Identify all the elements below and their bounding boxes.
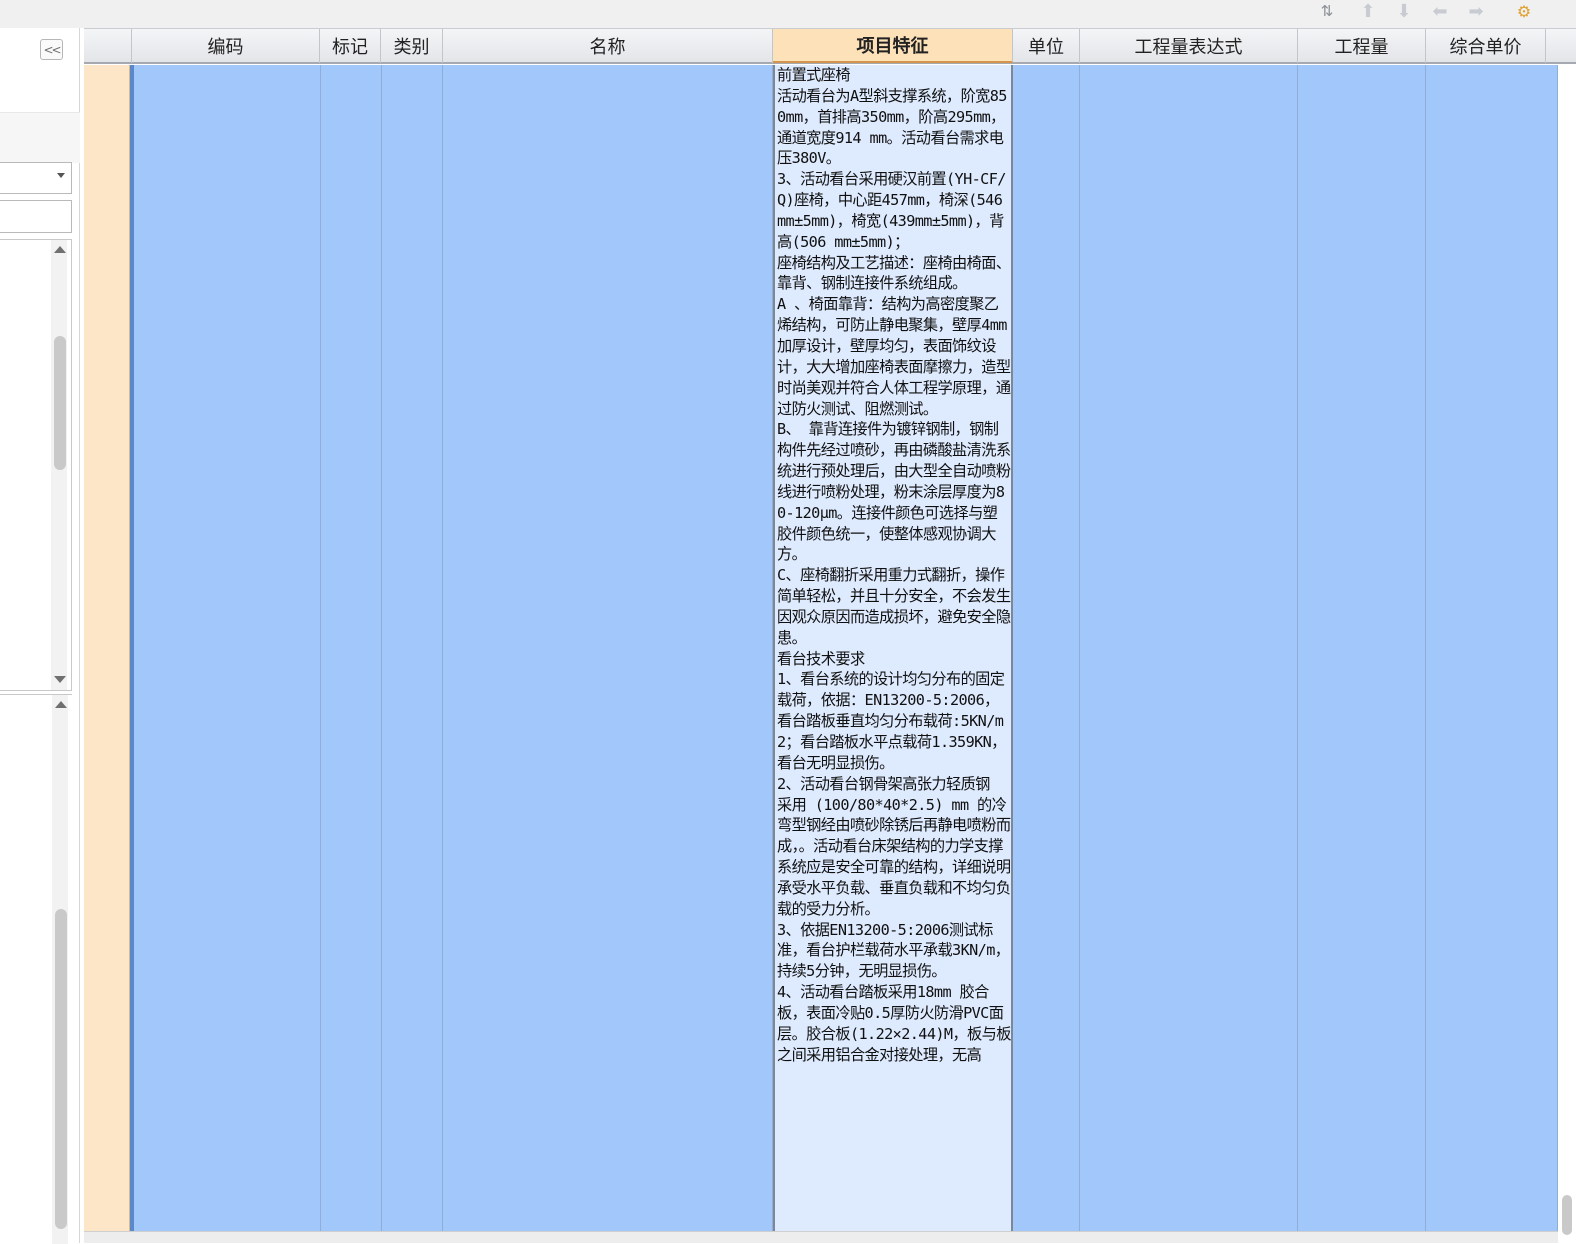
collapse-panel-button[interactable]: <<	[40, 39, 63, 60]
grid-header: 编码 标记 类别 名称 项目特征 单位 工程量表达式 工程量 综合单价	[84, 28, 1576, 64]
header-expression[interactable]: 工程量表达式	[1080, 29, 1298, 63]
filter-dropdown[interactable]	[0, 162, 72, 194]
top-toolbar: ⇅ ⬆ ⬇ ⬅ ➡ ⚙	[0, 0, 1576, 28]
header-name[interactable]: 名称	[443, 29, 773, 63]
move-down-icon[interactable]: ⬇	[1392, 0, 1416, 22]
tree-list[interactable]	[0, 239, 72, 691]
filter-input[interactable]	[0, 200, 72, 233]
cell-unit[interactable]	[1013, 65, 1080, 1231]
header-unit-price[interactable]: 综合单价	[1426, 29, 1546, 63]
scrollbar-thumb[interactable]	[55, 909, 67, 1229]
cell-feature[interactable]: 前置式座椅 活动看台为A型斜支撑系统，阶宽850mm，首排高350mm，阶高29…	[773, 65, 1013, 1231]
header-quantity[interactable]: 工程量	[1298, 29, 1426, 63]
scroll-up-icon[interactable]	[54, 246, 66, 253]
cell-code[interactable]	[134, 65, 321, 1231]
header-feature[interactable]: 项目特征	[773, 29, 1013, 63]
cell-category[interactable]	[382, 65, 443, 1231]
tree-list-scrollbar[interactable]	[51, 240, 67, 690]
header-rownum	[84, 29, 132, 63]
move-up-icon[interactable]: ⬆	[1356, 0, 1380, 22]
header-more	[1546, 29, 1576, 63]
scrollbar-thumb[interactable]	[54, 336, 66, 470]
cell-name[interactable]	[443, 65, 773, 1231]
sort-icon[interactable]: ⇅	[1315, 0, 1339, 22]
row-header[interactable]	[84, 65, 130, 1231]
table-row[interactable]: 前置式座椅 活动看台为A型斜支撑系统，阶宽850mm，首排高350mm，阶高29…	[84, 65, 1558, 1231]
detail-list-scrollbar[interactable]	[52, 695, 68, 1244]
cell-unit-price[interactable]	[1426, 65, 1558, 1231]
detail-list[interactable]	[0, 694, 72, 1244]
panel-band	[0, 113, 80, 163]
header-code[interactable]: 编码	[132, 29, 320, 63]
arrow-left-icon[interactable]: ⬅	[1428, 0, 1452, 22]
grid-horizontal-scrollbar[interactable]	[84, 1231, 1558, 1243]
cell-quantity[interactable]	[1298, 65, 1426, 1231]
scroll-up-icon[interactable]	[55, 701, 67, 708]
cell-expression[interactable]	[1080, 65, 1298, 1231]
grid-vertical-scrollbar[interactable]	[1558, 65, 1576, 1235]
cell-mark[interactable]	[321, 65, 382, 1231]
scrollbar-thumb[interactable]	[1562, 1195, 1572, 1235]
bill-grid: 编码 标记 类别 名称 项目特征 单位 工程量表达式 工程量 综合单价 前置式座…	[84, 28, 1576, 1243]
settings-icon[interactable]: ⚙	[1512, 0, 1536, 22]
header-category[interactable]: 类别	[381, 29, 443, 63]
feature-text[interactable]: 前置式座椅 活动看台为A型斜支撑系统，阶宽850mm，首排高350mm，阶高29…	[775, 65, 1011, 1066]
header-unit[interactable]: 单位	[1013, 29, 1080, 63]
chevron-down-icon	[57, 173, 65, 178]
arrow-right-icon[interactable]: ➡	[1464, 0, 1488, 22]
header-mark[interactable]: 标记	[320, 29, 381, 63]
left-panel: <<	[0, 28, 80, 1244]
scroll-down-icon[interactable]	[54, 676, 66, 683]
